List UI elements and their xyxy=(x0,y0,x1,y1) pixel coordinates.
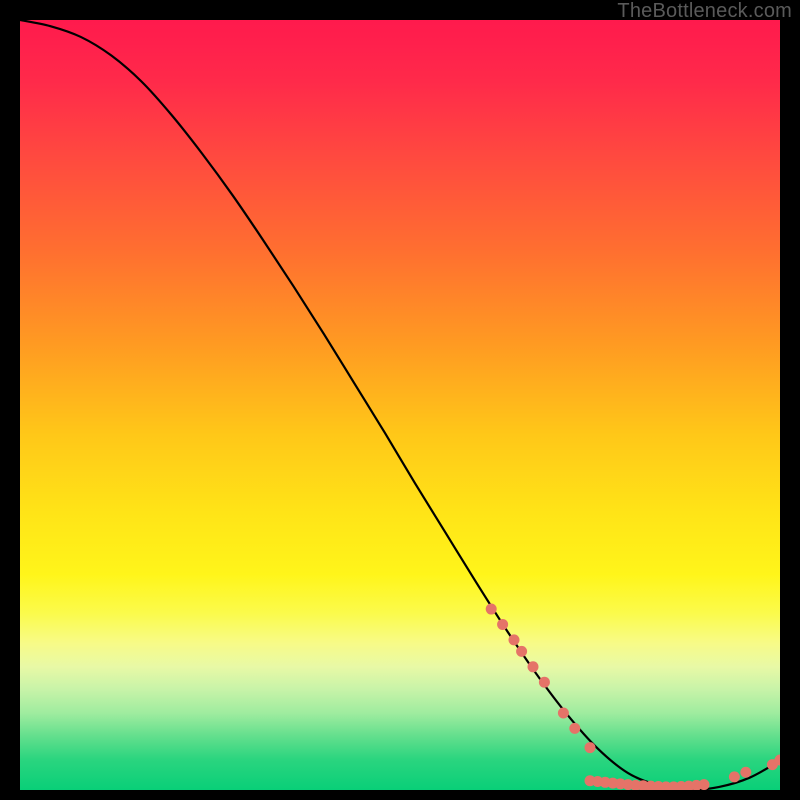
watermark-text: TheBottleneck.com xyxy=(617,0,792,23)
data-point xyxy=(558,708,569,719)
plot-area xyxy=(20,20,780,790)
data-point xyxy=(497,619,508,630)
data-point xyxy=(539,677,550,688)
data-point xyxy=(569,723,580,734)
data-point xyxy=(740,767,751,778)
data-point xyxy=(585,742,596,753)
data-point xyxy=(486,604,497,615)
bottleneck-curve xyxy=(20,20,780,790)
data-point xyxy=(528,661,539,672)
data-point xyxy=(509,634,520,645)
curve-layer xyxy=(20,20,780,790)
chart-stage: TheBottleneck.com xyxy=(0,0,800,800)
data-points xyxy=(486,604,780,790)
data-point xyxy=(729,771,740,782)
data-point xyxy=(516,646,527,657)
data-point xyxy=(699,779,710,790)
